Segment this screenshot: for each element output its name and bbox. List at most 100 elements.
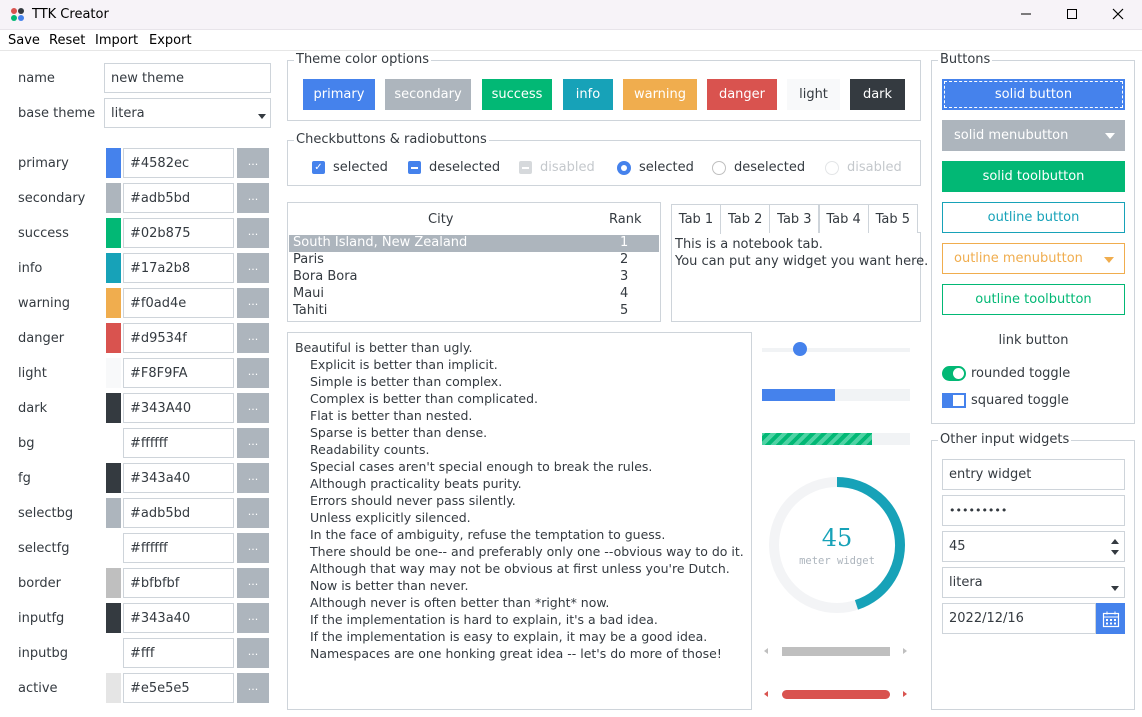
color-input-success[interactable]: #02b875 (123, 218, 234, 248)
color-input-light[interactable]: #F8F9FA (123, 358, 234, 388)
table-row[interactable]: Tahiti 5 (289, 303, 659, 320)
minimize-icon[interactable] (1018, 6, 1034, 22)
color-input-warning[interactable]: #f0ad4e (123, 288, 234, 318)
color-picker-button[interactable]: ... (237, 568, 269, 598)
color-input-border[interactable]: #bfbfbf (123, 568, 234, 598)
color-picker-button[interactable]: ... (237, 533, 269, 563)
color-input-info[interactable]: #17a2b8 (123, 253, 234, 283)
notebook-text-line1: This is a notebook tab. (675, 237, 823, 252)
scale-track[interactable] (762, 348, 910, 352)
text-line: Readability counts. (310, 442, 430, 457)
theme-button-dark[interactable]: dark (850, 79, 905, 110)
theme-button-warning[interactable]: warning (623, 79, 697, 110)
color-picker-button[interactable]: ... (237, 638, 269, 668)
tab-3[interactable]: Tab 3 (769, 204, 820, 233)
table-row[interactable]: South Island, New Zealand 1 (289, 235, 659, 252)
color-input-fg[interactable]: #343a40 (123, 463, 234, 493)
color-input-active[interactable]: #e5e5e5 (123, 673, 234, 703)
color-picker-button[interactable]: ... (237, 148, 269, 178)
rounded-toggle[interactable]: rounded toggle (942, 366, 1070, 381)
color-input-inputbg[interactable]: #fff (123, 638, 234, 668)
check-deselected[interactable]: deselected (408, 160, 500, 175)
menu-import[interactable]: Import (95, 33, 138, 48)
squared-toggle[interactable]: squared toggle (942, 393, 1069, 408)
theme-button-primary[interactable]: primary (303, 79, 375, 110)
color-input-secondary[interactable]: #adb5bd (123, 183, 234, 213)
maximize-icon[interactable] (1064, 6, 1080, 22)
color-picker-button[interactable]: ... (237, 428, 269, 458)
combobox[interactable]: litera (942, 567, 1125, 598)
color-picker-button[interactable]: ... (237, 463, 269, 493)
radio-selected-label: selected (639, 160, 694, 175)
password-field[interactable]: ••••••••• (942, 495, 1125, 526)
text-line: Although practicality beats purity. (310, 476, 522, 491)
calendar-button[interactable] (1096, 603, 1125, 634)
color-swatch-border (106, 568, 121, 598)
menu-export[interactable]: Export (149, 33, 192, 48)
theme-button-secondary[interactable]: secondary (385, 79, 471, 110)
tab-5[interactable]: Tab 5 (867, 204, 918, 233)
radio-selected[interactable]: selected (617, 160, 694, 175)
scroll-right-arrow-icon[interactable] (903, 691, 907, 697)
color-swatch-secondary (106, 183, 121, 213)
outline-toolbutton[interactable]: outline toolbutton (942, 284, 1125, 315)
scroll-left-arrow-icon[interactable] (764, 648, 768, 654)
outline-button[interactable]: outline button (942, 202, 1125, 233)
solid-toolbutton[interactable]: solid toolbutton (942, 161, 1125, 192)
tab-4[interactable]: Tab 4 (818, 204, 869, 233)
scale-handle[interactable] (793, 342, 808, 356)
theme-button-danger[interactable]: danger (707, 79, 777, 110)
color-input-selectfg[interactable]: #ffffff (123, 533, 234, 563)
column-header-city[interactable]: City (428, 212, 453, 227)
checkbox-indeterminate-icon (408, 161, 421, 174)
color-picker-button[interactable]: ... (237, 358, 269, 388)
table-row[interactable]: Paris 2 (289, 252, 659, 269)
spinbox[interactable]: 45 (942, 531, 1125, 562)
solid-menubutton[interactable]: solid menubutton (942, 120, 1125, 151)
color-picker-button[interactable]: ... (237, 323, 269, 353)
color-input-danger[interactable]: #d9534f (123, 323, 234, 353)
color-picker-button[interactable]: ... (237, 498, 269, 528)
menu-reset[interactable]: Reset (49, 33, 85, 48)
theme-button-success[interactable]: success (482, 79, 552, 110)
color-picker-button[interactable]: ... (237, 393, 269, 423)
column-header-rank[interactable]: Rank (609, 212, 641, 227)
spin-down-icon[interactable] (1111, 550, 1119, 555)
theme-button-info[interactable]: info (563, 79, 613, 110)
color-picker-button[interactable]: ... (237, 288, 269, 318)
tab-2[interactable]: Tab 2 (720, 204, 771, 233)
danger-scrollbar-thumb[interactable] (782, 690, 890, 699)
spin-up-icon[interactable] (1111, 539, 1119, 544)
check-selected[interactable]: ✓ selected (312, 160, 388, 175)
color-input-dark[interactable]: #343A40 (123, 393, 234, 423)
table-row[interactable]: Bora Bora 3 (289, 269, 659, 286)
text-line: Although never is often better than *rig… (310, 595, 610, 610)
scroll-left-arrow-icon[interactable] (764, 691, 768, 697)
close-icon[interactable] (1110, 6, 1126, 22)
color-picker-button[interactable]: ... (237, 218, 269, 248)
base-theme-combobox[interactable]: litera (104, 98, 271, 128)
radio-deselected[interactable]: deselected (712, 160, 805, 175)
color-picker-button[interactable]: ... (237, 603, 269, 633)
tab-1[interactable]: Tab 1 (671, 204, 721, 234)
color-input-selectbg[interactable]: #adb5bd (123, 498, 234, 528)
gray-scrollbar-thumb[interactable] (782, 647, 890, 656)
color-picker-button[interactable]: ... (237, 253, 269, 283)
table-row[interactable]: Maui 4 (289, 286, 659, 303)
color-picker-button[interactable]: ... (237, 183, 269, 213)
theme-button-light[interactable]: light (787, 79, 840, 110)
entry-widget[interactable]: entry widget (942, 459, 1125, 490)
date-entry[interactable]: 2022/12/16 (942, 603, 1096, 634)
color-input-inputfg[interactable]: #343a40 (123, 603, 234, 633)
spinbox-value: 45 (949, 539, 966, 554)
link-button[interactable]: link button (942, 325, 1125, 356)
color-picker-button[interactable]: ... (237, 673, 269, 703)
color-input-bg[interactable]: #ffffff (123, 428, 234, 458)
menu-save[interactable]: Save (8, 33, 40, 48)
outline-menubutton[interactable]: outline menubutton (942, 243, 1125, 274)
color-input-primary[interactable]: #4582ec (123, 148, 234, 178)
name-input[interactable]: new theme (104, 63, 271, 93)
solid-button[interactable]: solid button (942, 79, 1125, 110)
title-bar: TTK Creator (0, 0, 1142, 30)
scroll-right-arrow-icon[interactable] (903, 648, 907, 654)
